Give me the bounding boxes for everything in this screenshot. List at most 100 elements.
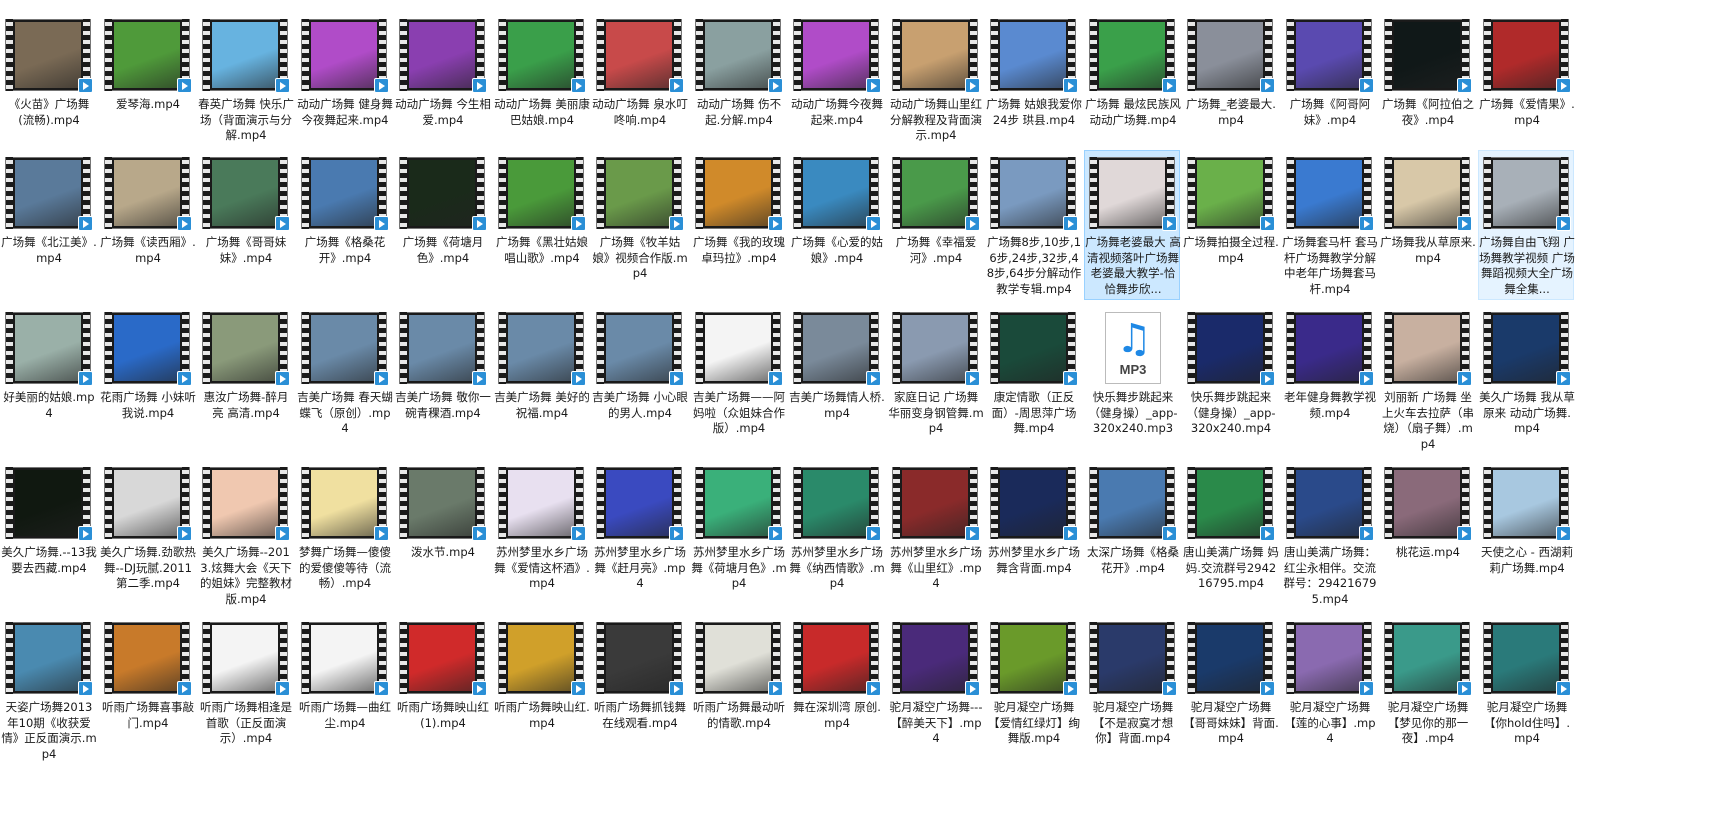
file-item[interactable]: 动动广场舞 美丽康巴姑娘.mp4 [493,12,590,162]
thumbnail-frame [311,315,377,381]
file-item[interactable]: 吉美广场舞情人桥.mp4 [788,305,885,455]
file-item[interactable]: 动动广场舞 伤不起.分解.mp4 [690,12,786,162]
file-item[interactable]: 广场舞《北江美》.mp4 [0,150,97,300]
file-item[interactable]: 吉美广场舞 小心眼的男人.mp4 [591,305,688,455]
file-name: 吉美广场舞情人桥.mp4 [789,390,885,420]
file-name: 吉美广场舞 小心眼的男人.mp4 [592,390,688,420]
file-item[interactable]: 动动广场舞 泉水叮咚响.mp4 [591,12,688,162]
file-item[interactable]: 驼月凝空广场舞---【醉美天下】.mp4 [887,615,983,765]
file-item[interactable]: 广场舞《格桑花开》.mp4 [296,150,392,300]
file-item[interactable]: 广场舞《阿哥阿妹》.mp4 [1281,12,1377,162]
file-item[interactable]: 听雨广场舞相逢是首歌（正反面演示）.mp4 [197,615,293,765]
file-item[interactable]: 广场舞 最炫民族风 动动广场舞.mp4 [1084,12,1181,162]
file-item[interactable]: 广场舞_老婆最大.mp4 [1182,12,1278,162]
file-item[interactable]: 听雨广场舞映山红(1).mp4 [394,615,490,765]
file-item[interactable]: 惠汝广场舞-醉月亮 高清.mp4 [197,305,293,455]
file-item[interactable]: 舞在深圳湾 原创.mp4 [788,615,884,765]
file-item[interactable]: 苏州梦里水乡广场舞《爱情这杯酒》.mp4 [493,460,590,610]
file-item[interactable]: 苏州梦里水乡广场舞含背面.mp4 [985,460,1081,610]
file-item[interactable]: 桃花运.mp4 [1379,460,1475,610]
file-item[interactable]: 广场舞套马杆 套马杆广场舞教学分解 中老年广场舞套马杆.mp4 [1281,150,1378,300]
file-item[interactable]: 驼月凝空广场舞【爱情红绿灯】绚舞版.mp4 [985,615,1081,765]
file-item[interactable]: ♫ MP3 快乐舞步跳起来（健身操）_app-320x240.mp3 [1084,305,1180,455]
file-item[interactable]: 苏州梦里水乡广场舞《山里红》.mp4 [887,460,983,610]
thumbnail-frame [1000,315,1066,381]
file-item[interactable]: 春英广场舞 快乐广场（背面演示与分解.mp4 [197,12,294,162]
file-item[interactable]: 花雨广场舞 小妹听我说.mp4 [99,305,196,455]
file-item[interactable]: 刘丽新 广场舞 坐上火车去拉萨（串烧）（扇子舞）.mp4 [1379,305,1475,455]
file-item[interactable]: 听雨广场舞喜事敲门.mp4 [99,615,195,765]
play-badge-icon [669,526,684,541]
file-item[interactable]: 太深广场舞《格桑花开》.mp4 [1084,460,1180,610]
file-item[interactable]: 广场舞《爱情果》.mp4 [1478,12,1575,162]
file-item[interactable]: 美久广场舞.劲歌热舞--DJ玩腻.2011第二季.mp4 [99,460,196,610]
file-item[interactable]: 广场舞《幸福爱河》.mp4 [887,150,983,300]
file-item[interactable]: 《火苗》广场舞(流畅).mp4 [0,12,96,162]
file-item[interactable]: 驼月凝空广场舞【不是寂寞才想你】背面.mp4 [1084,615,1180,765]
file-item[interactable]: 广场舞《阿拉伯之夜》.mp4 [1379,12,1475,162]
file-item[interactable]: 听雨广场舞—曲红尘.mp4 [296,615,392,765]
file-item[interactable]: 吉美广场舞——阿妈啦（众姐妹合作版）.mp4 [690,305,786,455]
file-item[interactable]: 康定情歌（正反面）-周思萍广场舞.mp4 [985,305,1081,455]
thumbnail-frame [1099,470,1165,536]
file-item[interactable]: 广场舞《荷塘月色》.mp4 [394,150,490,300]
file-item[interactable]: 吉美广场舞 美好的祝福.mp4 [493,305,590,455]
file-item[interactable]: 广场舞《读西厢》.mp4 [99,150,196,300]
play-badge-icon [177,526,192,541]
file-item[interactable]: 驼月凝空广场舞【梦见你的那一夜】.mp4 [1379,615,1475,765]
file-item[interactable]: 吉美广场舞 春天蝴蝶飞（原创）.mp4 [296,305,393,455]
file-item[interactable]: 广场舞《哥哥妹妹》.mp4 [197,150,293,300]
file-item[interactable]: 广场舞《心爱的姑娘》.mp4 [788,150,884,300]
file-item[interactable]: 爱琴海.mp4 [99,12,195,162]
file-item[interactable]: 天姿广场舞2013年10期《收获爱情》正反面演示.mp4 [0,615,97,765]
file-item[interactable]: 广场舞老婆最大 高清视频落叶广场舞老婆最大教学-恰恰舞步欣... [1084,150,1181,300]
video-thumbnail [5,467,93,541]
file-item[interactable]: 广场舞《黑壮姑娘唱山歌》.mp4 [493,150,589,300]
file-item[interactable]: 听雨广场舞最动听的情歌.mp4 [690,615,786,765]
file-item[interactable]: 驼月凝空广场舞【哥哥妹妹】背面.mp4 [1182,615,1279,765]
file-item[interactable]: 美久广场舞--2013.炫舞大会《天下的姐妹》完整教材版.mp4 [197,460,293,610]
file-item[interactable]: 驼月凝空广场舞【莲的心事】.mp4 [1281,615,1377,765]
file-item[interactable]: 好美丽的姑娘.mp4 [0,305,96,455]
play-badge-icon [866,78,881,93]
file-item[interactable]: 苏州梦里水乡广场舞《纳西情歌》.mp4 [788,460,885,610]
thumbnail-frame [1296,160,1362,226]
thumbnail-frame [15,315,81,381]
file-item[interactable]: 驼月凝空广场舞【你hold住吗】.mp4 [1478,615,1574,765]
thumbnail-frame [114,625,180,691]
file-name: 太深广场舞《格桑花开》.mp4 [1087,545,1179,575]
file-name: 广场舞我从草原来.mp4 [1380,235,1476,265]
file-item[interactable]: 天使之心 - 西湖莉莉广场舞.mp4 [1478,460,1574,610]
thumbnail-frame [1394,315,1460,381]
file-item[interactable]: 广场舞我从草原来.mp4 [1379,150,1476,300]
file-item[interactable]: 听雨广场舞抓钱舞 在线观看.mp4 [591,615,687,765]
file-item[interactable]: 苏州梦里水乡广场舞《荷塘月色》.mp4 [690,460,787,610]
file-item[interactable]: 广场舞《我的玫瑰卓玛拉》.mp4 [690,150,786,300]
file-item[interactable]: 梦舞广场舞—傻傻的爱傻傻等待（流畅）.mp4 [296,460,392,610]
file-item[interactable]: 快乐舞步跳起来（健身操）_app-320x240.mp4 [1182,305,1278,455]
file-item[interactable]: 听雨广场舞映山红.mp4 [493,615,590,765]
video-thumbnail [104,312,192,386]
file-item[interactable]: 动动广场舞山里红分解教程及背面演示.mp4 [887,12,983,162]
file-item[interactable]: 广场舞《牧羊姑娘》视频合作版.mp4 [591,150,688,300]
file-name: 春英广场舞 快乐广场（背面演示与分解.mp4 [198,97,294,142]
file-name: 广场舞_老婆最大.mp4 [1186,97,1276,127]
file-item[interactable]: 老年健身舞教学视频.mp4 [1281,305,1377,455]
file-item[interactable]: 吉美广场舞 敬你一碗青稞酒.mp4 [394,305,491,455]
file-item[interactable]: 唐山美满广场舞：红尘永相伴。交流群号：294216795.mp4 [1281,460,1377,610]
file-item[interactable]: 苏州梦里水乡广场舞《赶月亮》.mp4 [591,460,687,610]
file-item[interactable]: 广场舞自由飞翔 广场舞教学视频 广场舞蹈视频大全广场舞全集... [1478,150,1575,300]
file-item[interactable]: 动动广场舞 健身舞 今夜舞起来.mp4 [296,12,393,162]
file-item[interactable]: 广场舞 姑娘我爱你 24步 珙县.mp4 [985,12,1082,162]
play-badge-icon [177,78,192,93]
file-item[interactable]: 广场舞拍摄全过程.mp4 [1182,150,1279,300]
file-item[interactable]: 美久广场舞.--13我要去西藏.mp4 [0,460,97,610]
file-item[interactable]: 动动广场舞今夜舞起来.mp4 [788,12,884,162]
file-item[interactable]: 广场舞8步,10步,16步,24步,32步,48步,64步分解动作教学专辑.mp… [985,150,1081,300]
file-item[interactable]: 动动广场舞 今生相爱.mp4 [394,12,491,162]
file-item[interactable]: 美久广场舞 我从草原来 动动广场舞.mp4 [1478,305,1575,455]
file-item[interactable]: 唐山美满广场舞 妈妈.交流群号294216795.mp4 [1182,460,1279,610]
file-item[interactable]: 家庭日记 广场舞 华丽变身钢管舞.mp4 [887,305,984,455]
file-name: 动动广场舞 泉水叮咚响.mp4 [592,97,688,127]
file-item[interactable]: 泼水节.mp4 [394,460,490,610]
